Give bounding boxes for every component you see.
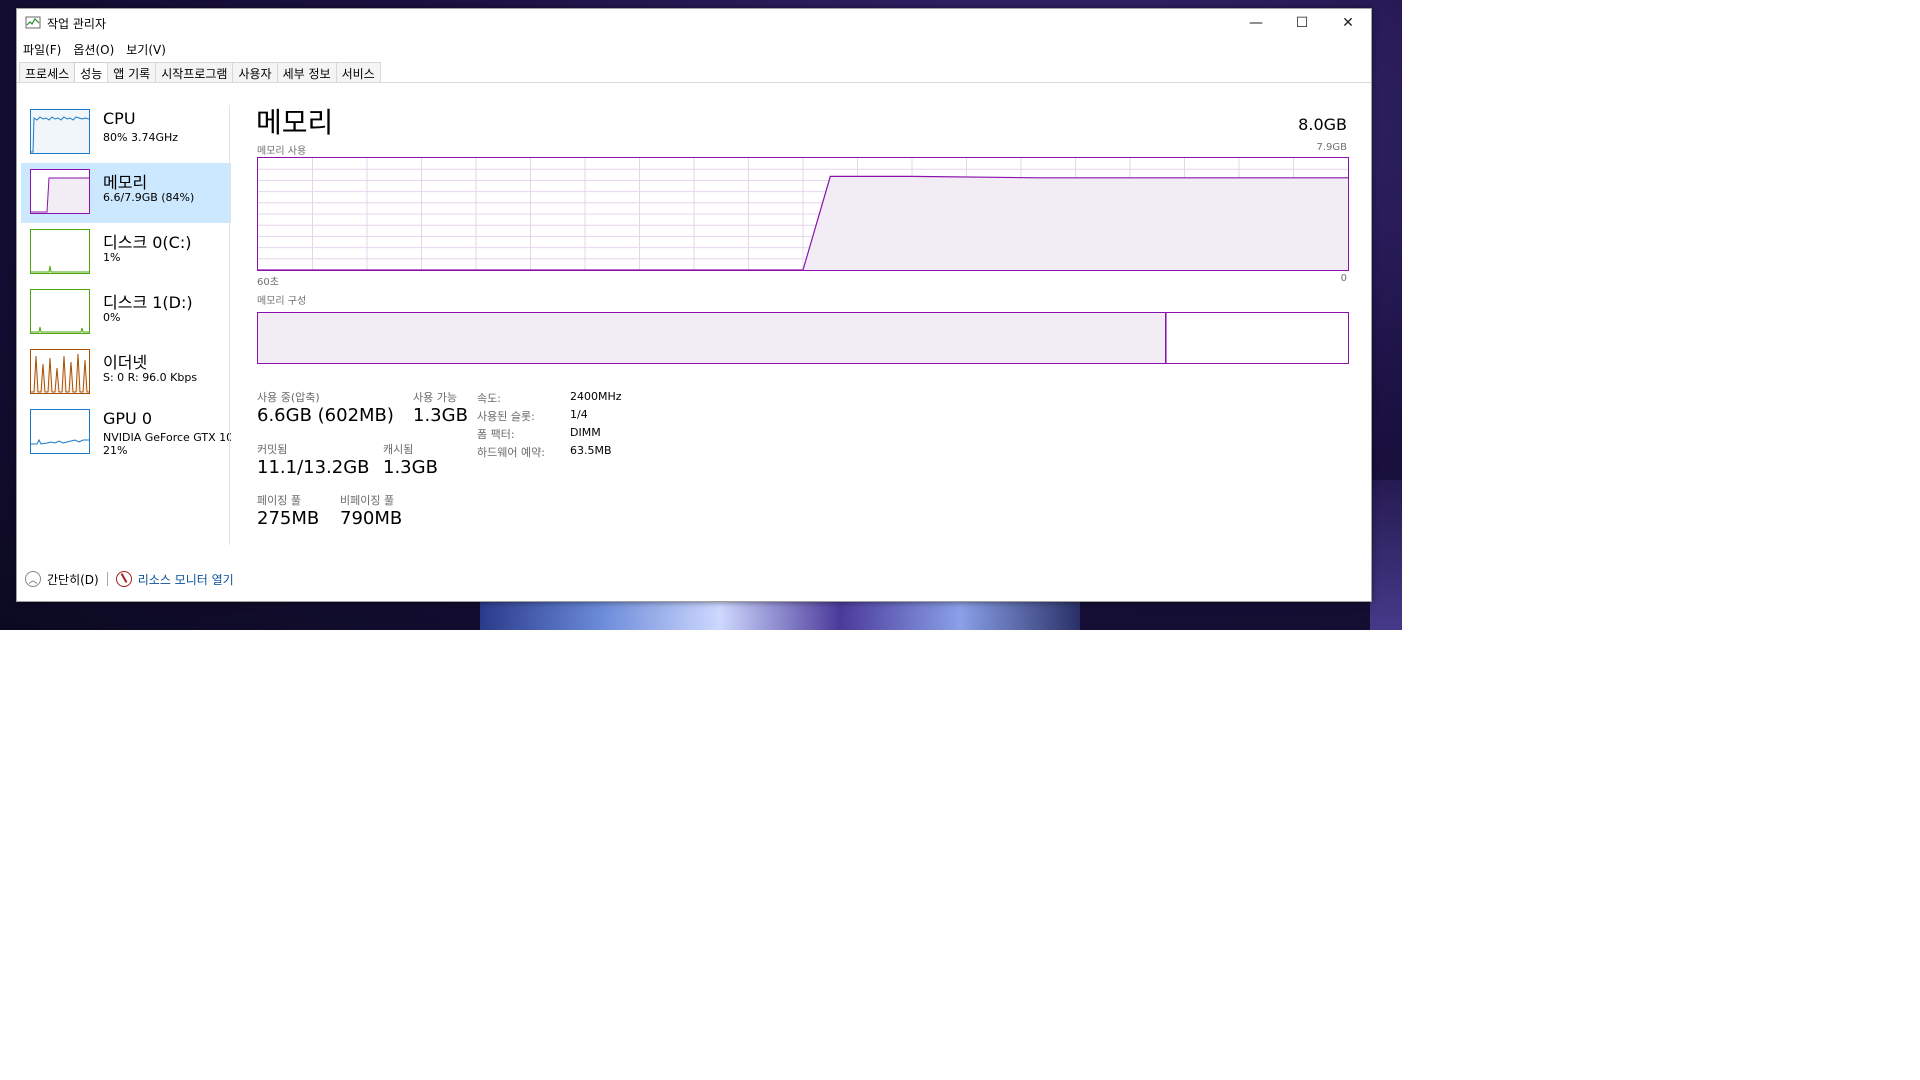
slots-label: 사용된 슬롯:: [477, 410, 535, 423]
sidebar-item-subtitle: 0%: [103, 311, 121, 324]
sidebar-item-subtitle: 80% 3.74GHz: [103, 131, 179, 144]
in-use-label: 사용 중(압축): [257, 391, 320, 404]
sidebar-item-title: 메모리: [103, 173, 148, 192]
cached-label: 캐시됨: [383, 443, 414, 456]
open-resource-monitor-link[interactable]: 리소스 모니터 열기: [115, 571, 234, 588]
nonpaged-pool-value: 790MB: [340, 508, 403, 529]
committed-value: 11.1/13.2GB: [257, 457, 370, 478]
hardware-reserved-value: 63.5MB: [570, 444, 612, 457]
composition-label: 메모리 구성: [257, 296, 307, 307]
sidebar-item-subtitle-2: 21%: [103, 444, 128, 457]
tab-bar: 프로세스 성능 앱 기록 시작프로그램 사용자 세부 정보 서비스: [19, 62, 381, 82]
sidebar-item-title: 디스크 1(D:): [103, 293, 193, 312]
tab-startup[interactable]: 시작프로그램: [155, 62, 234, 82]
tab-details[interactable]: 세부 정보: [276, 62, 337, 82]
form-factor-value: DIMM: [570, 426, 601, 439]
composition-standby: [1171, 313, 1345, 363]
sidebar-item-title: GPU 0: [103, 409, 153, 428]
menu-file[interactable]: 파일(F): [17, 39, 67, 59]
memory-composition-bar: [257, 312, 1349, 364]
memory-usage-chart: [258, 158, 1348, 271]
minimize-button[interactable]: —: [1233, 9, 1279, 37]
nonpaged-pool-label: 비페이징 풀: [340, 494, 395, 507]
tab-users[interactable]: 사용자: [232, 62, 278, 82]
tab-processes[interactable]: 프로세스: [19, 62, 76, 82]
sidebar-item-title: 이더넷: [103, 353, 148, 372]
desktop-wallpaper-grid: [1370, 480, 1402, 630]
sidebar-item-cpu[interactable]: CPU 80% 3.74GHz: [21, 103, 231, 163]
paged-pool-value: 275MB: [257, 508, 320, 529]
sidebar-item-subtitle: NVIDIA GeForce GTX 10: [103, 431, 231, 444]
available-value: 1.3GB: [413, 405, 468, 426]
sidebar-item-subtitle: 1%: [103, 251, 121, 264]
close-button[interactable]: ✕: [1325, 9, 1371, 37]
graph-axis-right: 0: [1340, 273, 1347, 284]
memory-usage-graph: [257, 157, 1349, 271]
committed-label: 커밋됨: [257, 443, 288, 456]
tab-app-history[interactable]: 앱 기록: [107, 62, 157, 82]
paged-pool-label: 페이징 풀: [257, 494, 301, 507]
sidebar-item-memory[interactable]: 메모리 6.6/7.9GB (84%): [21, 163, 231, 223]
sidebar-item-title: 디스크 0(C:): [103, 233, 192, 252]
resource-monitor-icon: [115, 571, 132, 587]
tab-divider: [17, 82, 1371, 83]
window-title: 작업 관리자: [47, 16, 107, 31]
menu-bar: 파일(F) 옵션(O) 보기(V): [17, 39, 172, 59]
maximize-button[interactable]: ☐: [1279, 9, 1325, 37]
cached-value: 1.3GB: [383, 457, 438, 478]
menu-options[interactable]: 옵션(O): [67, 39, 120, 59]
form-factor-label: 폼 팩터:: [477, 428, 515, 441]
sidebar-item-subtitle: 6.6/7.9GB (84%): [103, 191, 195, 204]
menu-view[interactable]: 보기(V): [120, 39, 172, 59]
memory-total: 8.0GB: [1298, 115, 1347, 134]
hardware-reserved-label: 하드웨어 예약:: [477, 446, 545, 459]
sidebar-item-disk1[interactable]: 디스크 1(D:) 0%: [21, 283, 231, 343]
desktop-wallpaper-art: [480, 600, 1080, 630]
chevron-up-icon: ︿: [25, 571, 41, 587]
usage-graph-max: 7.9GB: [1316, 142, 1347, 153]
resource-monitor-label: 리소스 모니터 열기: [137, 572, 234, 587]
sidebar-divider: [229, 105, 230, 545]
fewer-details-button[interactable]: ︿ 간단히(D): [25, 571, 99, 588]
disk0-thumbnail-graph: [30, 229, 90, 274]
available-label: 사용 가능: [413, 391, 457, 404]
task-manager-icon: [25, 15, 41, 31]
speed-value: 2400MHz: [570, 390, 622, 403]
cpu-thumbnail-graph: [30, 109, 90, 154]
memory-thumbnail-graph: [30, 169, 90, 214]
gpu-thumbnail-graph: [30, 409, 90, 454]
footer-separator: [106, 572, 108, 586]
sidebar-item-ethernet[interactable]: 이더넷 S: 0 R: 96.0 Kbps: [21, 343, 231, 403]
tab-performance[interactable]: 성능: [74, 62, 109, 82]
performance-sidebar: CPU 80% 3.74GHz 메모리 6.6/7.9GB (84%) 디스크 …: [21, 103, 231, 463]
in-use-value: 6.6GB (602MB): [257, 405, 394, 426]
sidebar-item-subtitle: S: 0 R: 96.0 Kbps: [103, 371, 198, 384]
sidebar-item-disk0[interactable]: 디스크 0(C:) 1%: [21, 223, 231, 283]
fewer-details-label: 간단히(D): [47, 572, 99, 587]
task-manager-window: 작업 관리자 — ☐ ✕ 파일(F) 옵션(O) 보기(V) 프로세스 성능 앱…: [16, 8, 1372, 602]
title-bar[interactable]: 작업 관리자 — ☐ ✕: [17, 9, 1371, 37]
ethernet-thumbnail-graph: [30, 349, 90, 394]
graph-axis-left: 60초: [257, 277, 279, 288]
sidebar-item-gpu[interactable]: GPU 0 NVIDIA GeForce GTX 10 21%: [21, 403, 231, 463]
footer-bar: ︿ 간단히(D) 리소스 모니터 열기: [25, 569, 234, 589]
speed-label: 속도:: [477, 392, 501, 405]
composition-in-use: [258, 313, 1166, 363]
sidebar-item-title: CPU: [103, 109, 136, 128]
slots-value: 1/4: [570, 408, 588, 421]
disk1-thumbnail-graph: [30, 289, 90, 334]
usage-graph-label: 메모리 사용: [257, 146, 307, 157]
tab-services[interactable]: 서비스: [335, 62, 381, 82]
page-title: 메모리: [256, 106, 334, 139]
